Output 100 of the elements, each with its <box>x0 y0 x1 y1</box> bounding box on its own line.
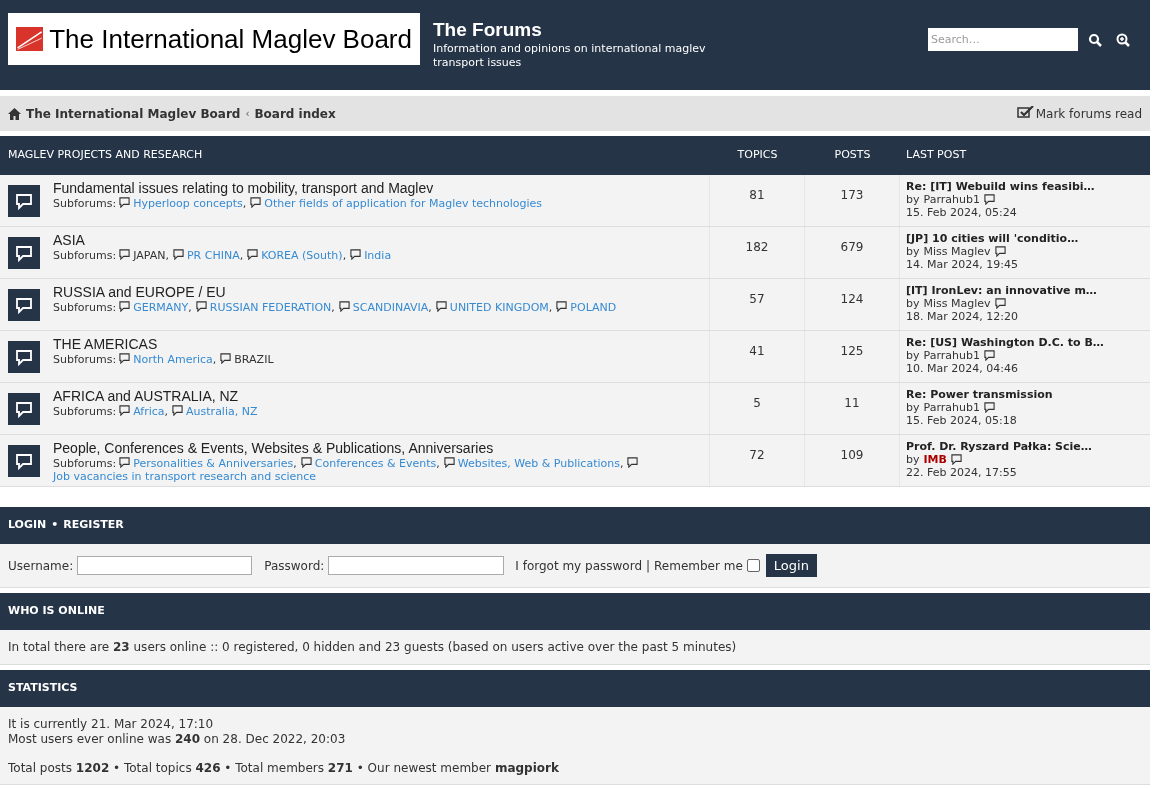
remember-me-label: Remember me <box>654 557 743 575</box>
password-field[interactable] <box>328 556 505 575</box>
speech-bubble-icon <box>172 249 184 260</box>
register-link[interactable]: REGISTER <box>63 517 124 534</box>
view-post-icon[interactable] <box>950 454 962 465</box>
forum-chat-icon[interactable] <box>8 289 40 321</box>
section-title[interactable]: WHO IS ONLINE <box>8 603 105 620</box>
site-description: Information and opinions on international maglev transport issues <box>433 42 707 70</box>
search-icon[interactable] <box>1088 32 1102 47</box>
speech-bubble-icon <box>119 353 131 364</box>
posts-count: 124 <box>805 279 900 330</box>
by-label: by <box>906 193 920 206</box>
forum-title[interactable]: Fundamental issues relating to mobility, transport and Maglev <box>53 180 543 196</box>
speech-bubble-icon <box>443 457 455 468</box>
comma: , <box>164 405 169 418</box>
speech-bubble-icon <box>300 457 312 468</box>
column-header: POSTS <box>833 147 872 164</box>
speech-bubble-icon <box>247 249 259 260</box>
speech-bubble-icon <box>627 457 639 468</box>
view-post-icon[interactable] <box>983 350 995 361</box>
subforums-label: Subforums: <box>53 457 117 470</box>
logo-banner[interactable]: The International Maglev Board <box>8 13 420 65</box>
forum-title[interactable]: AFRICA and AUSTRALIA, NZ <box>53 388 258 404</box>
category-title[interactable]: MAGLEV PROJECTS AND RESEARCH <box>0 147 710 164</box>
mark-forums-read-link[interactable]: Mark forums read <box>1035 104 1142 123</box>
subforums-label: Subforums: <box>53 197 117 210</box>
comma: , <box>242 197 247 210</box>
comma: , <box>239 249 244 262</box>
comma: , <box>165 249 169 262</box>
by-label: by <box>906 401 920 414</box>
logo-text: The International Maglev Board <box>49 22 412 56</box>
topics-count: 81 <box>710 175 805 226</box>
post-author[interactable]: Parrahub1 <box>923 401 980 414</box>
by-label: by <box>906 245 920 258</box>
view-post-icon[interactable] <box>994 246 1006 257</box>
speech-bubble-icon <box>220 353 232 364</box>
login-button[interactable]: Login <box>765 554 817 577</box>
subforums-label: Subforums: <box>53 405 117 418</box>
forum-chat-icon[interactable] <box>8 237 40 269</box>
check-icon <box>1016 106 1034 121</box>
last-post-title[interactable]: [IT] IronLev: an innovative m… <box>906 284 1097 297</box>
speech-bubble-icon <box>250 197 262 208</box>
last-post-date: 18. Mar 2024, 12:20 <box>906 310 1019 323</box>
column-header: LAST POST <box>905 147 967 164</box>
remember-me-checkbox[interactable] <box>746 559 760 572</box>
forum-title[interactable]: THE AMERICAS <box>53 336 274 352</box>
search-field[interactable]: Search… <box>928 28 1078 51</box>
speech-bubble-icon <box>119 301 131 312</box>
posts-count: 125 <box>805 331 900 382</box>
view-post-icon[interactable] <box>983 194 995 205</box>
last-post-title[interactable]: Re: [IT] Webuild wins feasibi… <box>906 180 1095 193</box>
view-post-icon[interactable] <box>994 298 1006 309</box>
post-author[interactable]: Miss Maglev <box>923 245 991 258</box>
view-post-icon[interactable] <box>983 402 995 413</box>
last-post-title[interactable]: Re: [US] Washington D.C. to B… <box>906 336 1104 349</box>
forum-title[interactable]: ASIA <box>53 232 392 248</box>
site-title: The Forums <box>433 18 543 42</box>
last-post-date: 22. Feb 2024, 17:55 <box>906 466 1018 479</box>
advanced-search-icon[interactable] <box>1116 32 1130 47</box>
speech-bubble-icon <box>338 301 350 312</box>
post-author[interactable]: Parrahub1 <box>923 193 980 206</box>
username-field[interactable] <box>77 556 253 575</box>
statistics-line: Most users ever online was 240 on 28. Dec 2022, 20:03 <box>8 732 347 747</box>
speech-bubble-icon <box>119 405 131 416</box>
comma: , <box>436 457 440 470</box>
posts-count: 11 <box>805 383 900 434</box>
post-author[interactable]: Miss Maglev <box>923 297 991 310</box>
subforums-label: Subforums: <box>53 301 117 314</box>
password-label: Password: <box>264 557 325 575</box>
last-post-title[interactable]: [JP] 10 cities will 'conditio… <box>906 232 1079 245</box>
by-label: by <box>906 453 920 466</box>
forum-title[interactable]: People, Conferences & Events, Websites & Publications, Anniversaries <box>53 440 709 456</box>
breadcrumb-link[interactable]: The International Maglev Board <box>26 104 241 123</box>
comma: , <box>428 301 432 314</box>
section-title: STATISTICS <box>8 680 78 697</box>
subforums-label: Subforums: <box>53 353 117 366</box>
speech-bubble-icon <box>119 197 131 208</box>
forum-title[interactable]: RUSSIA and EUROPE / EU <box>53 284 617 300</box>
forum-chat-icon[interactable] <box>8 185 40 217</box>
last-post-date: 14. Mar 2024, 19:45 <box>906 258 1019 271</box>
comma: , <box>293 457 297 470</box>
bullet: • <box>51 517 59 534</box>
forum-chat-icon[interactable] <box>8 445 40 477</box>
forgot-password-link[interactable]: I forgot my password <box>515 556 642 575</box>
forum-chat-icon[interactable] <box>8 341 40 373</box>
home-icon[interactable] <box>8 107 21 120</box>
last-post-title[interactable]: Re: Power transmission <box>906 388 1053 401</box>
login-link[interactable]: LOGIN <box>8 517 47 534</box>
last-post-title[interactable]: Prof. Dr. Ryszard Pałka: Scie… <box>906 440 1092 453</box>
post-author[interactable]: Parrahub1 <box>923 349 980 362</box>
breadcrumb-link[interactable]: Board index <box>254 104 336 123</box>
topics-count: 57 <box>710 279 805 330</box>
subforum-link[interactable]: BRAZIL <box>234 353 274 366</box>
post-author[interactable]: IMB <box>923 453 947 466</box>
posts-count: 173 <box>805 175 900 226</box>
logo-icon <box>16 24 44 54</box>
forum-chat-icon[interactable] <box>8 393 40 425</box>
speech-bubble-icon <box>172 405 184 416</box>
online-summary: In total there are 23 users online :: 0 registered, 0 hidden and 23 guests (based on users active over the past 5 minutes) <box>8 639 737 656</box>
topics-count: 72 <box>710 435 805 486</box>
